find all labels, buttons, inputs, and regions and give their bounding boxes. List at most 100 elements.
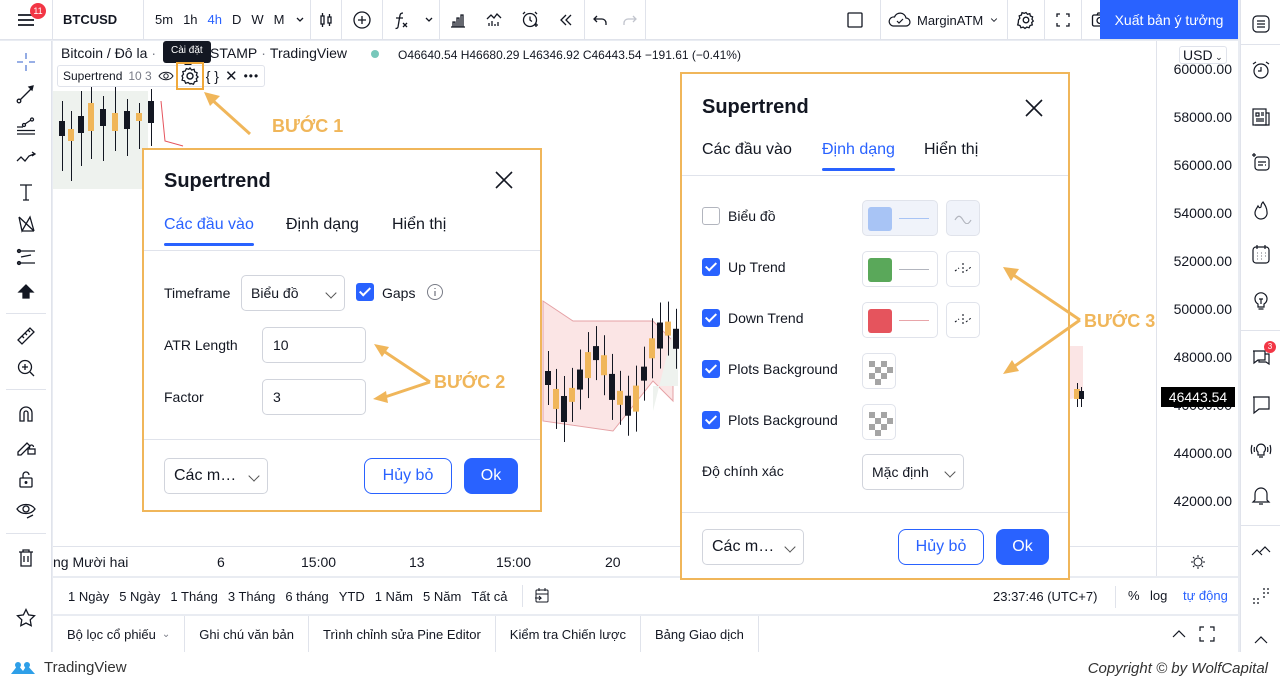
atr-length-input[interactable]: 10 bbox=[262, 327, 366, 363]
log-scale-toggle[interactable]: log bbox=[1150, 588, 1167, 603]
down-trend-style-button[interactable] bbox=[946, 302, 980, 338]
dom-button[interactable] bbox=[1249, 585, 1273, 609]
alert-button[interactable] bbox=[512, 0, 548, 40]
notifications-button[interactable] bbox=[1249, 483, 1273, 507]
eye-icon[interactable] bbox=[158, 69, 174, 83]
replay-button[interactable] bbox=[548, 0, 584, 40]
timeframe-4h[interactable]: 4h bbox=[203, 0, 227, 40]
favorites-tool[interactable] bbox=[13, 605, 39, 631]
events-button[interactable] bbox=[1249, 242, 1273, 266]
tab-stock-screener[interactable]: Bộ lọc cổ phiếu ⌄ bbox=[53, 616, 186, 652]
timeframe-w[interactable]: W bbox=[246, 0, 268, 40]
timeframe-5m[interactable]: 5m bbox=[150, 0, 178, 40]
magnet-tool[interactable] bbox=[13, 401, 39, 427]
tab-inputs[interactable]: Các đầu vào bbox=[164, 216, 254, 246]
pattern-tool[interactable] bbox=[13, 145, 39, 171]
tab-style[interactable]: Định dạng bbox=[286, 216, 359, 234]
gaps-checkbox[interactable] bbox=[356, 283, 374, 301]
timeframe-dropdown[interactable] bbox=[290, 0, 310, 40]
down-trend-checkbox[interactable] bbox=[702, 309, 720, 327]
info-icon[interactable] bbox=[426, 283, 444, 301]
messages-button[interactable] bbox=[1249, 392, 1273, 416]
indicators-dropdown[interactable] bbox=[419, 0, 439, 40]
tab-visibility[interactable]: Hiển thị bbox=[392, 216, 446, 234]
templates-button[interactable] bbox=[476, 0, 512, 40]
streams-button[interactable] bbox=[1249, 437, 1273, 461]
cancel-button[interactable]: Hủy bỏ bbox=[364, 458, 452, 494]
range-3m[interactable]: 3 Tháng bbox=[223, 589, 280, 604]
ok-button[interactable]: Ok bbox=[464, 458, 518, 494]
tab-pine-editor[interactable]: Trình chỉnh sửa Pine Editor bbox=[309, 616, 496, 652]
tab-text-notes[interactable]: Ghi chú văn bản bbox=[185, 616, 309, 652]
timeframe-m[interactable]: M bbox=[269, 0, 290, 40]
goto-date-icon[interactable] bbox=[533, 587, 551, 605]
plots-background-checkbox[interactable] bbox=[702, 360, 720, 378]
chats-button[interactable]: 3 bbox=[1249, 341, 1276, 369]
range-1d[interactable]: 1 Ngày bbox=[63, 589, 114, 604]
maximize-icon[interactable] bbox=[1199, 626, 1215, 642]
percent-scale-toggle[interactable]: % bbox=[1128, 588, 1140, 603]
tab-trading-panel[interactable]: Bảng Giao dịch bbox=[641, 616, 759, 652]
cancel-button[interactable]: Hủy bỏ bbox=[898, 529, 984, 565]
up-trend-style-button[interactable] bbox=[946, 251, 980, 287]
indicators-button[interactable] bbox=[383, 0, 419, 40]
settings-button[interactable] bbox=[1008, 0, 1044, 40]
timeframe-1h[interactable]: 1h bbox=[178, 0, 202, 40]
range-6m[interactable]: 6 tháng bbox=[280, 589, 333, 604]
clock-timezone[interactable]: 23:37:46 (UTC+7) bbox=[993, 589, 1097, 604]
trading-panel-button[interactable] bbox=[1249, 540, 1273, 564]
hide-drawings-tool[interactable] bbox=[13, 497, 39, 523]
zoom-tool[interactable] bbox=[13, 355, 39, 381]
background-color-picker[interactable] bbox=[862, 353, 896, 389]
timeframe-d[interactable]: D bbox=[227, 0, 246, 40]
remove-drawings-tool[interactable] bbox=[13, 545, 39, 571]
up-trend-color-picker[interactable] bbox=[862, 251, 938, 287]
undo-button[interactable] bbox=[585, 0, 615, 40]
hotlist-button[interactable] bbox=[1249, 150, 1273, 174]
down-trend-color-picker[interactable] bbox=[862, 302, 938, 338]
ideas-button[interactable] bbox=[1249, 288, 1273, 312]
plots-background-checkbox[interactable] bbox=[702, 411, 720, 429]
source-code-button[interactable]: { } bbox=[206, 68, 219, 84]
indicator-name[interactable]: Supertrend bbox=[63, 69, 122, 83]
publish-idea-button[interactable]: Xuất bản ý tưởng bbox=[1100, 0, 1238, 39]
lock-all-tool[interactable] bbox=[13, 466, 39, 492]
close-icon[interactable] bbox=[1022, 96, 1046, 120]
plot-color-picker[interactable] bbox=[862, 200, 938, 236]
indicator-settings-button[interactable] bbox=[175, 62, 204, 90]
text-tool[interactable] bbox=[13, 179, 39, 205]
range-5y[interactable]: 5 Năm bbox=[418, 589, 466, 604]
main-menu-button[interactable]: 11 bbox=[0, 0, 52, 40]
more-options-button[interactable]: ••• bbox=[244, 69, 260, 83]
range-all[interactable]: Tất cả bbox=[466, 589, 512, 604]
ok-button[interactable]: Ok bbox=[996, 529, 1049, 565]
auto-scale-toggle[interactable]: tự động bbox=[1183, 588, 1228, 603]
range-5d[interactable]: 5 Ngày bbox=[114, 589, 165, 604]
icon-tool[interactable] bbox=[13, 279, 39, 305]
prediction-tool[interactable] bbox=[13, 244, 39, 270]
xabcd-tool[interactable] bbox=[13, 211, 39, 237]
measure-tool[interactable] bbox=[13, 323, 39, 349]
tab-visibility[interactable]: Hiển thị bbox=[924, 141, 978, 159]
close-icon[interactable] bbox=[492, 168, 516, 192]
plot-style-button[interactable] bbox=[946, 200, 980, 236]
factor-input[interactable]: 3 bbox=[262, 379, 366, 415]
range-1y[interactable]: 1 Năm bbox=[370, 589, 418, 604]
timeframe-select[interactable]: Biểu đồ bbox=[241, 275, 345, 311]
financials-button[interactable] bbox=[440, 0, 476, 40]
chart-settings-corner[interactable] bbox=[1156, 546, 1238, 576]
range-1m[interactable]: 1 Tháng bbox=[165, 589, 222, 604]
up-trend-checkbox[interactable] bbox=[702, 258, 720, 276]
symbol-search-button[interactable]: BTCUSD bbox=[53, 0, 143, 40]
alerts-button[interactable] bbox=[1249, 58, 1273, 82]
tab-inputs[interactable]: Các đầu vào bbox=[702, 141, 792, 159]
calendar-button[interactable] bbox=[1249, 198, 1273, 222]
price-scale[interactable]: USD ⌄ 60000.00 58000.00 56000.00 54000.00 52… bbox=[1156, 41, 1238, 546]
chevron-up-icon[interactable] bbox=[1171, 627, 1187, 641]
background-color-picker[interactable] bbox=[862, 404, 896, 440]
defaults-select[interactable]: Các m… bbox=[164, 458, 268, 494]
defaults-select[interactable]: Các m… bbox=[702, 529, 804, 565]
range-ytd[interactable]: YTD bbox=[334, 589, 370, 604]
layout-button[interactable] bbox=[830, 0, 880, 40]
fib-tool[interactable] bbox=[13, 113, 39, 139]
